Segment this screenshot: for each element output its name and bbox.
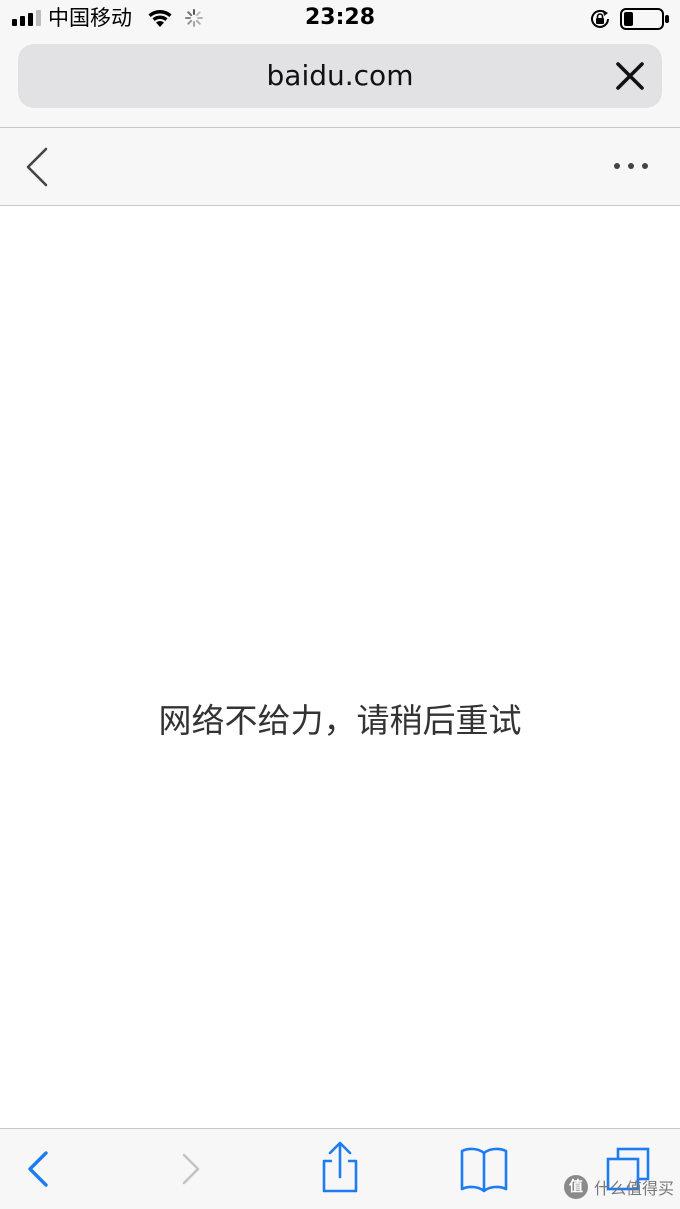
- address-bar[interactable]: baidu.com: [18, 44, 662, 108]
- clock: 23:28: [304, 5, 376, 30]
- back-chevron-icon[interactable]: [22, 146, 54, 188]
- close-icon[interactable]: [612, 58, 648, 94]
- url-text[interactable]: baidu.com: [18, 44, 662, 108]
- network-error-message: 网络不给力，请稍后重试: [158, 701, 522, 740]
- share-icon[interactable]: [310, 1139, 370, 1199]
- web-content: 网络不给力，请稍后重试: [0, 206, 680, 1128]
- watermark-text: 什么值得买: [593, 1179, 674, 1198]
- bookmarks-icon[interactable]: [454, 1139, 514, 1199]
- battery-icon: [620, 8, 669, 30]
- more-options-icon[interactable]: [606, 156, 656, 176]
- back-arrow-icon[interactable]: [8, 1139, 68, 1199]
- watermark: 值 什么值得买: [563, 1175, 674, 1199]
- page-nav-bar: [0, 127, 680, 206]
- status-bar: 中国移动 23:28: [0, 0, 680, 38]
- forward-arrow-icon[interactable]: [162, 1139, 222, 1199]
- bottom-toolbar: 值 什么值得买: [0, 1128, 680, 1209]
- watermark-logo: 值: [563, 1175, 588, 1199]
- address-bar-area: baidu.com: [0, 38, 680, 127]
- orientation-lock-icon: [591, 9, 609, 28]
